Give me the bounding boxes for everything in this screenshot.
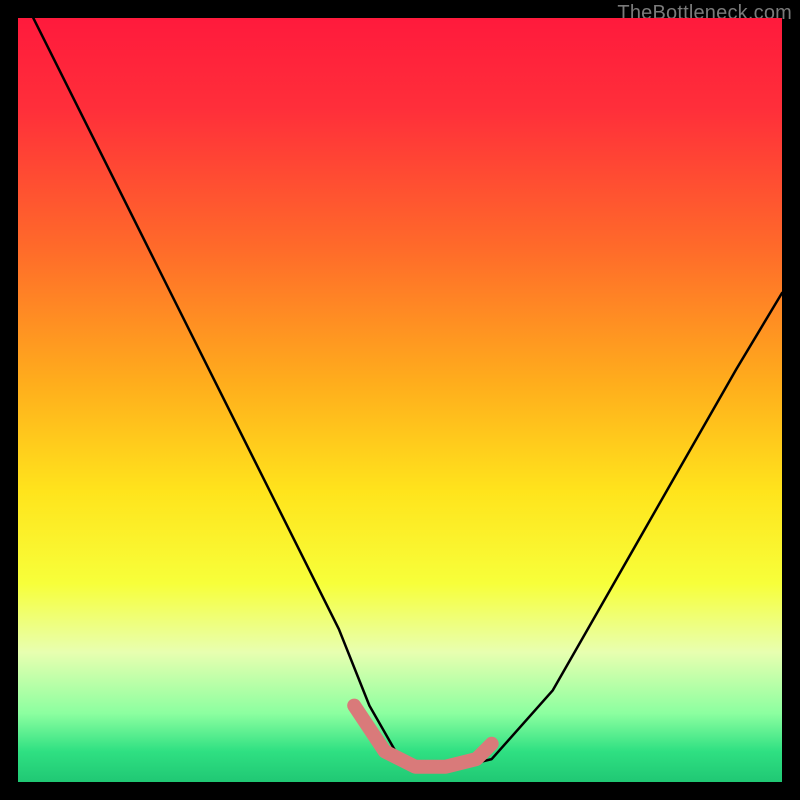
chart-frame (18, 18, 782, 782)
chart-background (18, 18, 782, 782)
bottleneck-chart (18, 18, 782, 782)
